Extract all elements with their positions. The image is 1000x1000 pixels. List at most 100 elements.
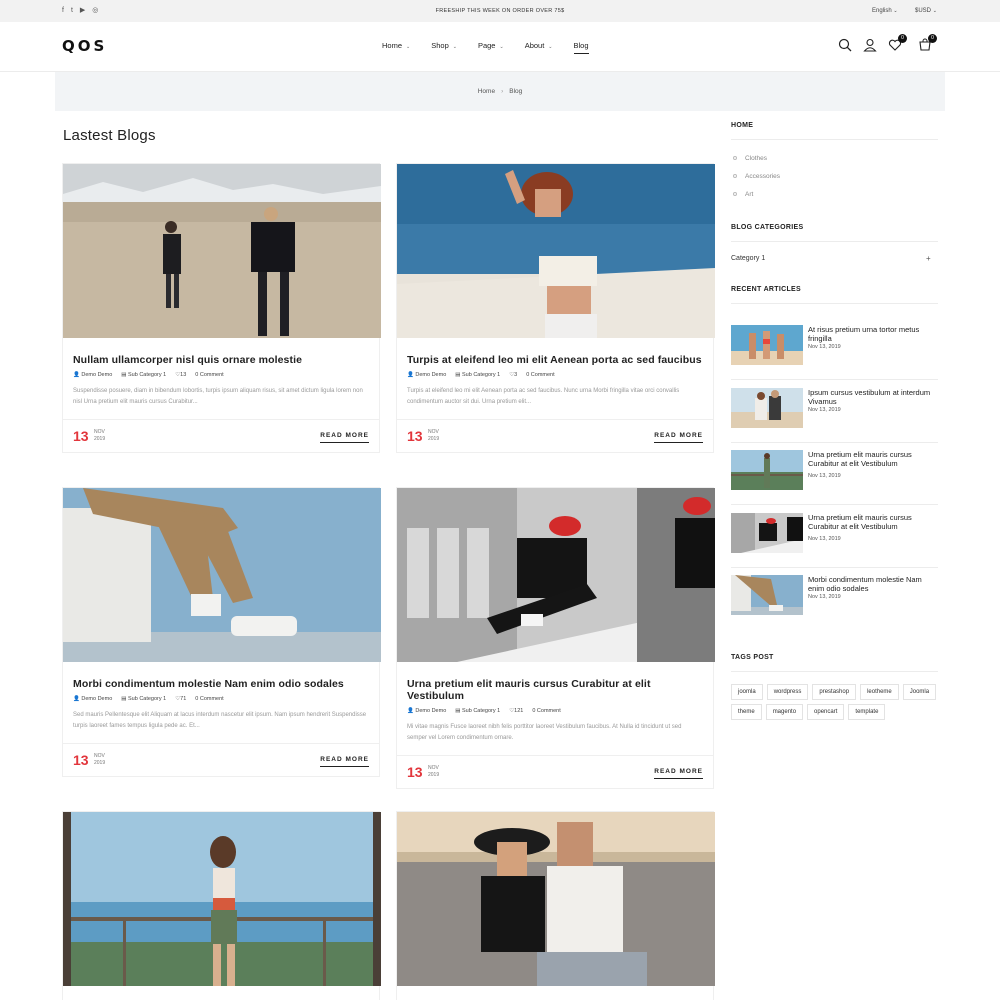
recent-article-thumbnail[interactable] bbox=[731, 513, 803, 553]
expand-plus-icon[interactable]: + bbox=[926, 254, 931, 263]
tag-link[interactable]: magento bbox=[765, 704, 804, 720]
post-comments[interactable]: 0 Comment bbox=[526, 372, 554, 378]
chevron-down-icon: ⌄ bbox=[548, 44, 553, 50]
read-more-button[interactable]: READ MORE bbox=[654, 768, 703, 779]
post-footer: 13 NOV 2019 READ MORE bbox=[397, 755, 713, 788]
tag-link[interactable]: leotheme bbox=[860, 684, 899, 700]
post-author[interactable]: Demo Demo bbox=[415, 372, 446, 378]
main-nav: Home ⌄ Shop ⌄ Page ⌄ About ⌄ Blog bbox=[382, 41, 610, 54]
post-month: NOV bbox=[94, 429, 105, 435]
post-title[interactable]: Urna pretium elit mauris cursus Curabitu… bbox=[407, 678, 703, 702]
nav-blog[interactable]: Blog bbox=[573, 41, 589, 54]
sidebar-item-clothes[interactable]: Clothes bbox=[733, 155, 767, 162]
recent-article-title[interactable]: Ipsum cursus vestibulum at interdum Viva… bbox=[808, 388, 938, 406]
recent-article-thumbnail[interactable] bbox=[731, 325, 803, 365]
post-image[interactable] bbox=[63, 812, 381, 986]
post-author[interactable]: Demo Demo bbox=[81, 372, 112, 378]
tag-link[interactable]: prestashop bbox=[812, 684, 857, 700]
post-image[interactable] bbox=[397, 812, 715, 986]
nav-shop[interactable]: Shop ⌄ bbox=[431, 41, 457, 54]
recent-article-title[interactable]: Urna pretium elit mauris cursus Curabitu… bbox=[808, 450, 938, 468]
read-more-button[interactable]: READ MORE bbox=[654, 432, 703, 443]
recent-article-thumbnail[interactable] bbox=[731, 450, 803, 490]
post-author[interactable]: Demo Demo bbox=[81, 696, 112, 702]
recent-article[interactable]: At risus pretium urna tortor metus fring… bbox=[731, 325, 938, 380]
post-title[interactable]: Turpis at eleifend leo mi elit Aenean po… bbox=[407, 354, 703, 366]
post-month: NOV bbox=[428, 429, 439, 435]
bullet-icon bbox=[733, 192, 737, 197]
search-icon[interactable] bbox=[838, 38, 854, 54]
cart-count-badge: 0 bbox=[928, 34, 937, 43]
tag-link[interactable]: wordpress bbox=[766, 684, 809, 700]
recent-article[interactable]: Ipsum cursus vestibulum at interdum Viva… bbox=[731, 388, 938, 443]
wishlist-count-badge: 0 bbox=[898, 34, 907, 43]
post-year: 2019 bbox=[94, 436, 106, 442]
post-title[interactable]: Nullam ullamcorper nisl quis ornare mole… bbox=[73, 354, 369, 366]
logo[interactable]: QOS bbox=[62, 37, 107, 55]
post-day: 13 bbox=[407, 428, 423, 444]
post-title[interactable]: Morbi condimentum molestie Nam enim odio… bbox=[73, 678, 369, 690]
post-category[interactable]: Sub Category 1 bbox=[462, 372, 500, 378]
wishlist-icon[interactable]: 0 bbox=[888, 34, 907, 54]
post-day: 13 bbox=[73, 752, 89, 768]
blog-card bbox=[396, 811, 715, 1000]
breadcrumb-home[interactable]: Home bbox=[478, 88, 495, 95]
post-category[interactable]: Sub Category 1 bbox=[462, 708, 500, 714]
category-item[interactable]: Category 1 bbox=[731, 255, 765, 262]
post-footer: 13 NOV 2019 READ MORE bbox=[397, 419, 713, 452]
nav-about[interactable]: About ⌄ bbox=[525, 41, 553, 54]
post-comments[interactable]: 0 Comment bbox=[532, 708, 560, 714]
nav-page[interactable]: Page ⌄ bbox=[478, 41, 504, 54]
chevron-down-icon: ⌄ bbox=[893, 8, 898, 14]
recent-article[interactable]: Morbi condimentum molestie Nam enim odio… bbox=[731, 575, 938, 630]
recent-article-title[interactable]: At risus pretium urna tortor metus fring… bbox=[808, 325, 938, 343]
currency-selector[interactable]: $USD ⌄ bbox=[915, 8, 937, 14]
sidebar-home-heading: HOME bbox=[731, 122, 754, 129]
sidebar-item-label: Clothes bbox=[745, 155, 768, 162]
bullet-icon bbox=[733, 174, 737, 179]
tag-link[interactable]: theme bbox=[731, 704, 762, 720]
nav-label: Home bbox=[382, 41, 403, 50]
recent-article[interactable]: Urna pretium elit mauris cursus Curabitu… bbox=[731, 450, 938, 505]
post-excerpt: Sed mauris Pellentesque elit Aliquam at … bbox=[73, 712, 367, 729]
tag-link[interactable]: template bbox=[848, 704, 886, 720]
post-meta: 👤 Demo Demo ▤ Sub Category 1 ♡3 0 Commen… bbox=[407, 372, 703, 378]
blog-card: Morbi condimentum molestie Nam enim odio… bbox=[62, 487, 381, 777]
cart-icon[interactable]: 0 bbox=[918, 34, 937, 54]
post-author[interactable]: Demo Demo bbox=[415, 708, 446, 714]
language-selector[interactable]: English ⌄ bbox=[872, 8, 898, 14]
post-image[interactable] bbox=[397, 488, 715, 662]
tag-link[interactable]: Joomla bbox=[902, 684, 937, 700]
post-category[interactable]: Sub Category 1 bbox=[128, 696, 166, 702]
sidebar-item-accessories[interactable]: Accessories bbox=[733, 173, 780, 180]
post-category[interactable]: Sub Category 1 bbox=[128, 372, 166, 378]
post-image[interactable] bbox=[63, 488, 381, 662]
post-day: 13 bbox=[407, 764, 423, 780]
read-more-button[interactable]: READ MORE bbox=[320, 432, 369, 443]
tag-link[interactable]: joomla bbox=[731, 684, 763, 700]
recent-article-thumbnail[interactable] bbox=[731, 388, 803, 428]
folder-icon-category: ▤ Sub Category 1 bbox=[455, 708, 501, 714]
tag-link[interactable]: opencart bbox=[807, 704, 845, 720]
promo-text: FREESHIP THIS WEEK ON ORDER OVER 75$ bbox=[435, 8, 565, 14]
user-icon[interactable] bbox=[863, 38, 879, 54]
read-more-button[interactable]: READ MORE bbox=[320, 756, 369, 767]
recent-article-title[interactable]: Morbi condimentum molestie Nam enim odio… bbox=[808, 575, 938, 593]
site-header: QOS Home ⌄ Shop ⌄ Page ⌄ About ⌄ Blog 0 0 bbox=[0, 22, 1000, 72]
tags-post-heading: TAGS POST bbox=[731, 654, 774, 661]
post-likes: 71 bbox=[180, 696, 187, 702]
post-comments[interactable]: 0 Comment bbox=[195, 696, 223, 702]
recent-article-thumbnail[interactable] bbox=[731, 575, 803, 615]
post-image[interactable] bbox=[397, 164, 715, 338]
sidebar-item-art[interactable]: Art bbox=[733, 191, 753, 198]
post-month: NOV bbox=[428, 765, 439, 771]
post-image[interactable] bbox=[63, 164, 381, 338]
recent-article-date: Nov 13, 2019 bbox=[808, 536, 841, 542]
nav-home[interactable]: Home ⌄ bbox=[382, 41, 410, 54]
user-icon-author: 👤 Demo Demo bbox=[407, 372, 447, 378]
recent-article[interactable]: Urna pretium elit mauris cursus Curabitu… bbox=[731, 513, 938, 568]
user-icon-author: 👤 Demo Demo bbox=[73, 372, 113, 378]
currency-label: $USD bbox=[915, 8, 932, 14]
post-comments[interactable]: 0 Comment bbox=[195, 372, 223, 378]
recent-article-title[interactable]: Urna pretium elit mauris cursus Curabitu… bbox=[808, 513, 938, 531]
